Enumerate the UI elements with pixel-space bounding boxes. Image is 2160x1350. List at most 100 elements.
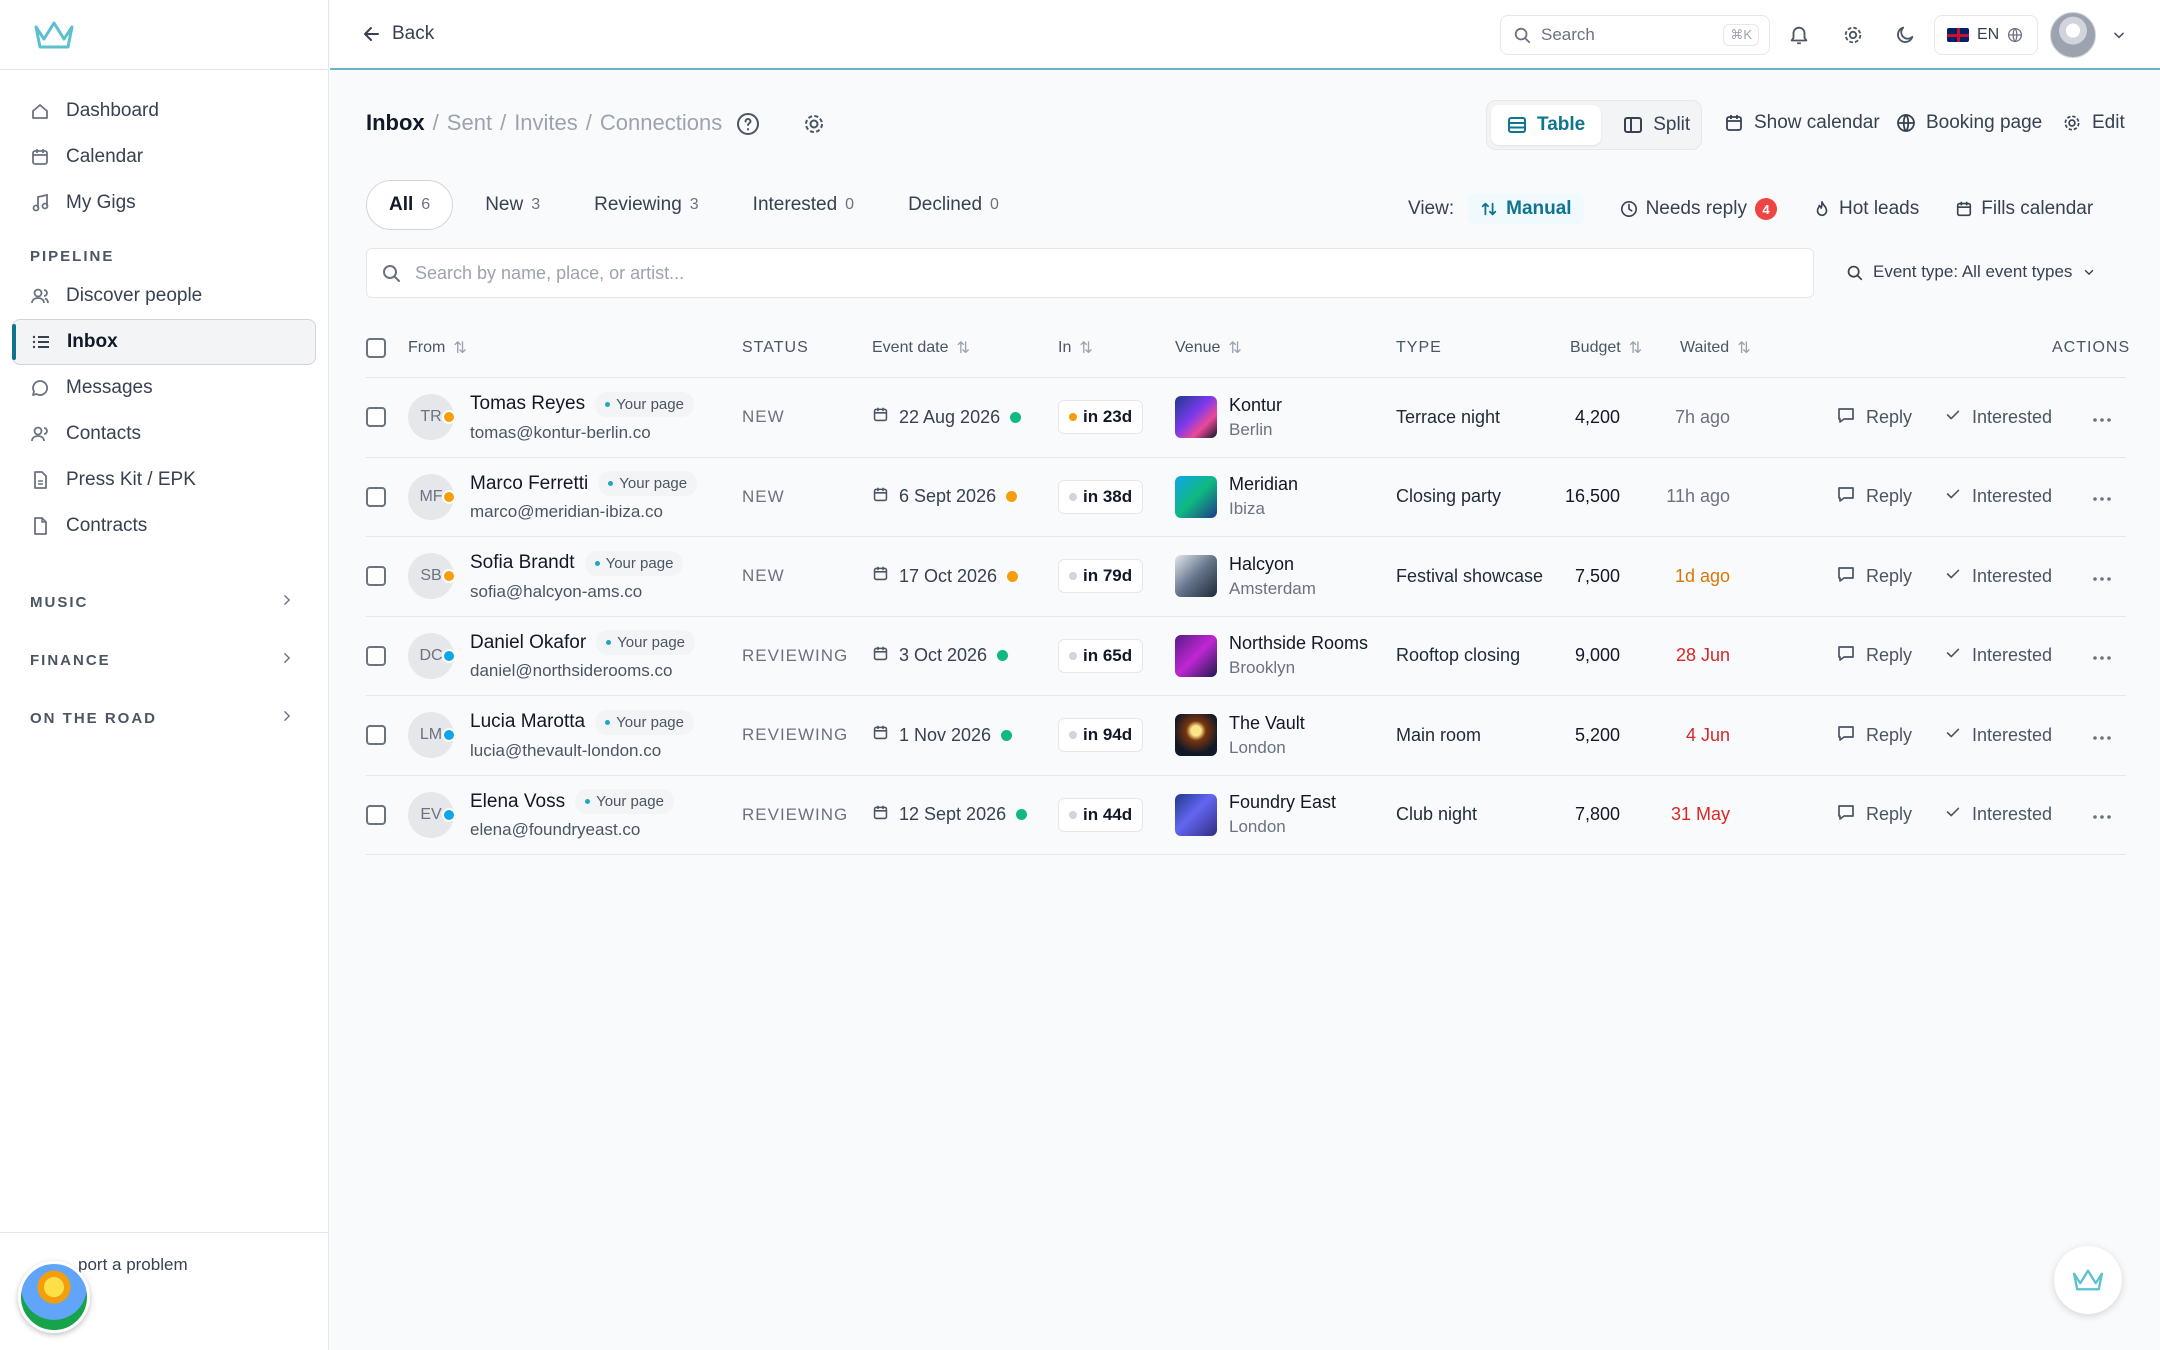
venue-name[interactable]: The Vault: [1229, 713, 1305, 734]
reply-button[interactable]: Reply: [1836, 537, 1912, 616]
col-event-date[interactable]: Event date ⇅: [872, 338, 970, 358]
sender-name[interactable]: Lucia Marotta: [470, 711, 585, 733]
sidebar-item-contacts[interactable]: Contacts: [12, 411, 316, 457]
event-type-dropdown[interactable]: Event type: All event types: [1846, 262, 2096, 282]
help-circle-icon[interactable]: [734, 110, 762, 138]
sender-name-line: Lucia Marotta Your page: [470, 709, 694, 735]
sender-name[interactable]: Daniel Okafor: [470, 632, 586, 654]
more-options-button[interactable]: [2092, 378, 2112, 457]
needs-reply-filter[interactable]: Needs reply 4: [1620, 198, 1777, 220]
venue-name[interactable]: Foundry East: [1229, 792, 1336, 813]
user-avatar[interactable]: [2050, 12, 2096, 58]
select-all-checkbox[interactable]: [366, 337, 386, 358]
reply-button[interactable]: Reply: [1836, 696, 1912, 775]
gear-icon[interactable]: [1840, 22, 1866, 48]
venue-name[interactable]: Meridian: [1229, 474, 1298, 495]
back-button[interactable]: Back: [362, 23, 434, 45]
workspace-avatar[interactable]: [18, 1261, 90, 1333]
interested-button[interactable]: Interested: [1944, 378, 2052, 457]
view-manual-button[interactable]: Manual: [1468, 194, 1584, 224]
sidebar-group-finance[interactable]: FINANCE: [0, 631, 328, 689]
table-row[interactable]: LM Lucia Marotta Your page lucia@thevault-l…: [366, 696, 2126, 776]
tab-label: Reviewing: [594, 194, 682, 215]
crumb-sent[interactable]: Sent: [447, 110, 492, 136]
col-from[interactable]: From ⇅: [408, 338, 467, 358]
more-options-button[interactable]: [2092, 776, 2112, 855]
globe-icon: [1897, 114, 1915, 132]
sidebar-item-calendar[interactable]: Calendar: [12, 134, 316, 180]
more-options-button[interactable]: [2092, 696, 2112, 775]
bell-icon[interactable]: [1786, 22, 1812, 48]
sidebar-item-my-gigs[interactable]: My Gigs: [12, 180, 316, 226]
venue-name[interactable]: Kontur: [1229, 395, 1282, 416]
col-in[interactable]: In ⇅: [1058, 338, 1093, 358]
reply-button[interactable]: Reply: [1836, 776, 1912, 855]
more-options-button[interactable]: [2092, 537, 2112, 616]
col-budget[interactable]: Budget ⇅: [1570, 338, 1642, 358]
sender-name[interactable]: Sofia Brandt: [470, 552, 575, 574]
table-row[interactable]: TR Tomas Reyes Your page tomas@kontur-berli…: [366, 378, 2126, 458]
sidebar-group-music[interactable]: MUSIC: [0, 573, 328, 631]
interested-button[interactable]: Interested: [1944, 617, 2052, 696]
tab-all[interactable]: All 6: [366, 180, 454, 230]
venue-name[interactable]: Northside Rooms: [1229, 633, 1368, 654]
settings-gear-icon[interactable]: [800, 110, 828, 138]
row-checkbox[interactable]: [366, 566, 386, 587]
language-selector[interactable]: EN: [1934, 15, 2038, 55]
interested-button[interactable]: Interested: [1944, 696, 2052, 775]
sender-name[interactable]: Tomas Reyes: [470, 393, 585, 415]
view-table-button[interactable]: Table: [1491, 105, 1602, 145]
reply-button[interactable]: Reply: [1836, 378, 1912, 457]
tab-interested[interactable]: Interested 0: [731, 180, 876, 230]
crumb-connections[interactable]: Connections: [600, 110, 722, 136]
sender-name[interactable]: Elena Voss: [470, 791, 565, 813]
reply-button[interactable]: Reply: [1836, 617, 1912, 696]
crumb-invites[interactable]: Invites: [514, 110, 578, 136]
inbox-search-input[interactable]: Search by name, place, or artist...: [366, 248, 1814, 298]
venue-name[interactable]: Halcyon: [1229, 554, 1316, 575]
row-checkbox[interactable]: [366, 486, 386, 507]
sidebar-group-on-the-road[interactable]: ON THE ROAD: [0, 689, 328, 747]
show-calendar-button[interactable]: Show calendar: [1724, 112, 1880, 134]
sidebar-item-press-kit-epk[interactable]: Press Kit / EPK: [12, 457, 316, 503]
logo[interactable]: [0, 0, 328, 70]
col-waited[interactable]: Waited ⇅: [1680, 338, 1751, 358]
table-row[interactable]: MF Marco Ferretti Your page marco@meridian-…: [366, 458, 2126, 537]
sidebar-item-contracts[interactable]: Contracts: [12, 503, 316, 549]
interested-button[interactable]: Interested: [1944, 776, 2052, 855]
tab-reviewing[interactable]: Reviewing 3: [572, 180, 721, 230]
hot-leads-filter[interactable]: Hot leads: [1813, 198, 1919, 220]
tab-new[interactable]: New 3: [463, 180, 562, 230]
sidebar-item-dashboard[interactable]: Dashboard: [12, 88, 316, 134]
row-checkbox[interactable]: [366, 804, 386, 825]
more-options-button[interactable]: [2092, 617, 2112, 696]
interested-button[interactable]: Interested: [1944, 458, 2052, 537]
table-row[interactable]: DC Daniel Okafor Your page daniel@northside…: [366, 617, 2126, 696]
sidebar-item-inbox[interactable]: Inbox: [12, 319, 316, 365]
edit-button[interactable]: Edit: [2062, 112, 2125, 134]
interested-button[interactable]: Interested: [1944, 537, 2052, 616]
table-row[interactable]: SB Sofia Brandt Your page sofia@halcyon-ams…: [366, 537, 2126, 617]
table-row[interactable]: EV Elena Voss Your page elena@foundryeast.c…: [366, 776, 2126, 855]
global-search-input[interactable]: Search ⌘K: [1500, 15, 1770, 55]
chevron-down-icon[interactable]: [2106, 22, 2132, 48]
row-checkbox[interactable]: [366, 645, 386, 666]
crumb-inbox[interactable]: Inbox: [366, 110, 425, 136]
sidebar-item-messages[interactable]: Messages: [12, 365, 316, 411]
assistant-fab[interactable]: [2054, 1246, 2122, 1314]
crumb-separator: /: [432, 110, 439, 135]
row-checkbox[interactable]: [366, 407, 386, 428]
sidebar-item-discover-people[interactable]: Discover people: [12, 273, 316, 319]
fills-calendar-filter[interactable]: Fills calendar: [1955, 198, 2093, 220]
sender-name[interactable]: Marco Ferretti: [470, 473, 588, 495]
booking-page-button[interactable]: Booking page: [1896, 112, 2042, 134]
row-checkbox[interactable]: [366, 725, 386, 746]
reply-button[interactable]: Reply: [1836, 458, 1912, 537]
col-venue[interactable]: Venue ⇅: [1175, 338, 1242, 358]
moon-icon[interactable]: [1892, 22, 1918, 48]
music-note-icon: [30, 193, 50, 213]
report-problem-link[interactable]: port a problem: [78, 1255, 188, 1275]
view-split-button[interactable]: Split: [1607, 105, 1706, 145]
tab-declined[interactable]: Declined 0: [886, 180, 1021, 230]
more-options-button[interactable]: [2092, 458, 2112, 537]
